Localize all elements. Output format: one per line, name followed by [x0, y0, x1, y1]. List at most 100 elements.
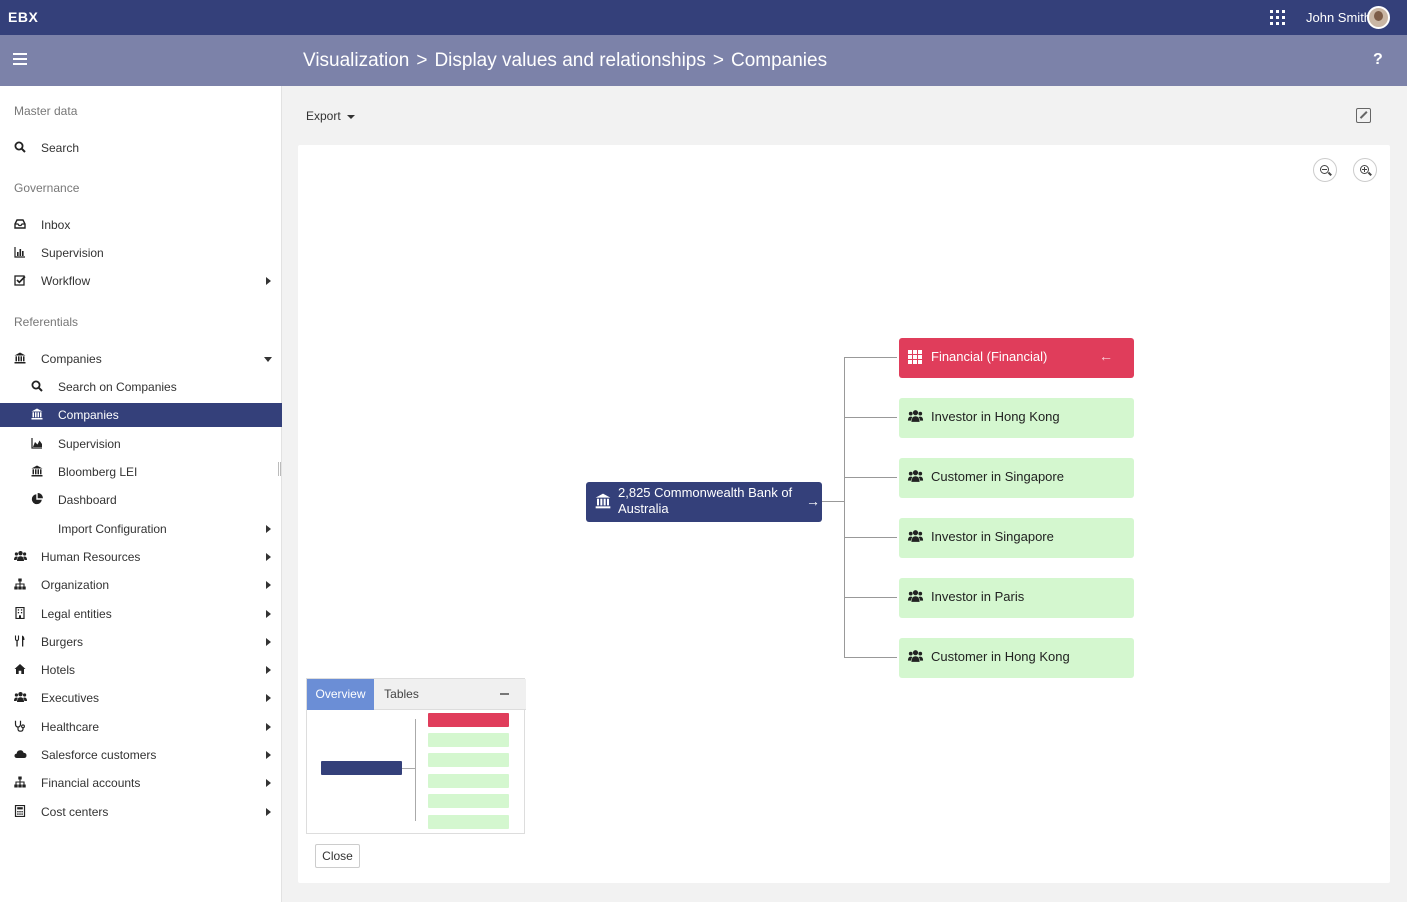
sidebar-item-label: Burgers	[41, 635, 84, 649]
sidebar-item-search-on-companies[interactable]: Search on Companies	[0, 375, 282, 399]
sidebar-item-import-configuration[interactable]: Import Configuration	[0, 517, 282, 541]
sidebar-item-dashboard[interactable]: Dashboard	[0, 488, 282, 512]
arrow-left-icon[interactable]: ←	[1099, 348, 1113, 364]
sidebar-item-label: Salesforce customers	[41, 748, 157, 762]
app-logo[interactable]: EBX	[8, 9, 38, 25]
tab-tables[interactable]: Tables	[374, 679, 429, 710]
building-icon	[14, 606, 26, 620]
arrow-right-icon[interactable]: →	[806, 493, 820, 509]
users-icon	[14, 550, 27, 562]
export-label: Export	[306, 109, 341, 123]
sidebar-item-healthcare[interactable]: Healthcare	[0, 715, 282, 739]
sidebar-resize-handle[interactable]	[278, 462, 281, 476]
sidebar-item-supervision[interactable]: Supervision	[0, 241, 282, 265]
breadcrumb-separator: >	[416, 50, 428, 71]
user-name[interactable]: John Smith	[1306, 10, 1371, 25]
sidebar-item-hotels[interactable]: Hotels	[0, 658, 282, 682]
sidebar-item-label: Executives	[41, 691, 100, 705]
chevron-right-icon	[266, 808, 271, 816]
sidebar-item-label: Supervision	[41, 246, 104, 260]
graph-link	[844, 417, 897, 418]
sidebar-item-label: Healthcare	[41, 720, 100, 734]
graph-node-child[interactable]: Investor in Singapore	[899, 518, 1134, 558]
calculator-icon	[14, 804, 26, 818]
export-dropdown[interactable]: Export	[306, 109, 355, 123]
users-icon	[907, 589, 924, 605]
pie-chart-icon	[31, 493, 43, 505]
bank-icon	[14, 352, 26, 364]
graph-link	[844, 597, 897, 598]
overview-tabs: Overview Tables	[307, 679, 526, 710]
help-icon[interactable]: ?	[1373, 51, 1383, 69]
sidebar-item-label: Companies	[41, 352, 102, 366]
sidebar-item-bloomberg-lei[interactable]: Bloomberg LEI	[0, 460, 282, 484]
graph-node-child[interactable]: Customer in Hong Kong	[899, 638, 1134, 678]
overview-panel: Overview Tables	[306, 678, 526, 834]
hamburger-menu-icon[interactable]	[13, 53, 27, 65]
sidebar-item-cost-centers[interactable]: Cost centers	[0, 800, 282, 824]
sidebar-item-companies-supervision[interactable]: Supervision	[0, 432, 282, 456]
sidebar-item-label: Legal entities	[41, 607, 112, 621]
inbox-icon	[14, 218, 26, 230]
breadcrumb-display-values[interactable]: Display values and relationships	[434, 50, 705, 71]
tab-overview[interactable]: Overview	[307, 679, 374, 710]
graph-node-root[interactable]: 2,825 Commonwealth Bank of Australia →	[586, 482, 822, 522]
graph-node-child[interactable]: Investor in Paris	[899, 578, 1134, 618]
stethoscope-icon	[14, 720, 26, 732]
zoom-in-button[interactable]	[1353, 158, 1377, 182]
bank-icon	[31, 408, 43, 420]
graph-canvas[interactable]: 2,825 Commonwealth Bank of Australia → F…	[298, 145, 1390, 883]
minimap-node-child	[428, 753, 509, 767]
minimap-node-child	[428, 733, 509, 747]
sidebar-item-organization[interactable]: Organization	[0, 573, 282, 597]
chevron-right-icon	[266, 779, 271, 787]
minimap-link	[415, 719, 416, 821]
chevron-down-icon[interactable]	[264, 357, 272, 362]
minimize-icon[interactable]	[500, 693, 509, 695]
sidebar-item-salesforce-customers[interactable]: Salesforce customers	[0, 743, 282, 767]
minimap-node-financial	[428, 713, 509, 727]
breadcrumb-companies: Companies	[730, 50, 828, 71]
breadcrumb: Visualization > Display values and relatio…	[303, 50, 827, 72]
chevron-right-icon	[266, 723, 271, 731]
sidebar-item-companies[interactable]: Companies	[0, 347, 282, 371]
chevron-right-icon	[266, 694, 271, 702]
zoom-out-button[interactable]	[1313, 158, 1337, 182]
sidebar-item-label: Supervision	[58, 437, 121, 451]
sidebar-item-legal-entities[interactable]: Legal entities	[0, 602, 282, 626]
cloud-icon	[14, 748, 27, 760]
minimap-link	[402, 768, 415, 769]
sitemap-icon	[14, 776, 26, 788]
avatar[interactable]	[1367, 6, 1390, 29]
graph-node-child[interactable]: Customer in Singapore	[899, 458, 1134, 498]
sidebar-item-label: Dashboard	[58, 493, 117, 507]
fullscreen-icon[interactable]	[1356, 108, 1371, 123]
graph-link	[822, 501, 845, 502]
sidebar-item-financial-accounts[interactable]: Financial accounts	[0, 771, 282, 795]
sidebar-item-executives[interactable]: Executives	[0, 686, 282, 710]
sitemap-icon	[14, 578, 26, 590]
graph-link	[844, 357, 845, 657]
graph-node-label: Financial (Financial)	[931, 349, 1048, 364]
apps-grid-icon[interactable]	[1270, 10, 1285, 25]
sidebar-item-burgers[interactable]: Burgers	[0, 630, 282, 654]
close-button[interactable]: Close	[315, 844, 360, 868]
sidebar-item-human-resources[interactable]: Human Resources	[0, 545, 282, 569]
sidebar-item-inbox[interactable]: Inbox	[0, 213, 282, 237]
users-icon	[907, 649, 924, 665]
sidebar-item-companies-table[interactable]: Companies	[0, 403, 282, 427]
sidebar-item-label: Financial accounts	[41, 776, 141, 790]
sidebar-item-label: Organization	[41, 578, 110, 592]
graph-node-financial[interactable]: Financial (Financial) ←	[899, 338, 1134, 378]
graph-node-child[interactable]: Investor in Hong Kong	[899, 398, 1134, 438]
chevron-right-icon	[266, 581, 271, 589]
cutlery-icon	[14, 635, 26, 647]
chevron-right-icon	[266, 638, 271, 646]
sidebar-item-search[interactable]: Search	[0, 136, 282, 160]
section-master-data: Master data	[14, 104, 78, 118]
graph-link	[844, 657, 897, 658]
sidebar-item-workflow[interactable]: Workflow	[0, 269, 282, 293]
breadcrumb-visualization[interactable]: Visualization	[303, 50, 409, 71]
sidebar-item-label: Workflow	[41, 274, 91, 288]
page-header: Visualization > Display values and relatio…	[0, 35, 1407, 86]
